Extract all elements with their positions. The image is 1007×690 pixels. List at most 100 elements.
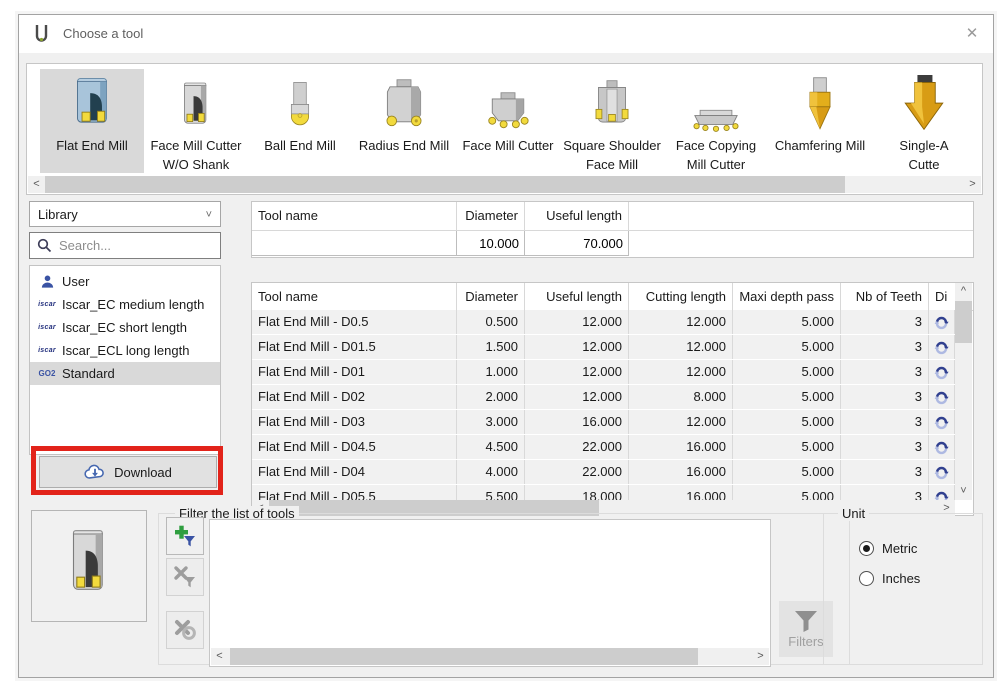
tool-type-single-angle-cutter[interactable]: Single-A Cutte: [872, 69, 976, 173]
rotation-direction-icon: [929, 485, 955, 500]
rotation-direction-icon: [929, 310, 955, 334]
tool-type-face-mill-cutter-wo-shank[interactable]: Face Mill Cutter W/O Shank: [144, 69, 248, 173]
library-dropdown-value: Library: [38, 207, 78, 222]
unit-group: Unit: [823, 513, 983, 665]
scroll-right-icon[interactable]: >: [752, 648, 769, 665]
filter-useful-length-input[interactable]: [525, 231, 628, 255]
scroll-down-icon[interactable]: ˅: [955, 483, 972, 500]
scroll-right-icon[interactable]: >: [964, 176, 981, 193]
face-mill-cutter-wo-shank-icon: [173, 71, 219, 135]
table-row[interactable]: Flat End Mill - D04 4.000 22.000 16.000 …: [252, 460, 955, 485]
tool-type-radius-end-mill[interactable]: Radius End Mill: [352, 69, 456, 173]
col-useful-length[interactable]: Useful length: [525, 283, 629, 310]
edit-filter-button[interactable]: [166, 611, 204, 649]
table-row[interactable]: Flat End Mill - D03 3.000 16.000 12.000 …: [252, 410, 955, 435]
rotation-direction-icon: [929, 460, 955, 484]
selected-tool-preview: [31, 510, 147, 622]
rotation-direction-icon: [929, 335, 955, 359]
filter-col-useful-length[interactable]: Useful length: [525, 202, 629, 230]
filter-list-scrollbar[interactable]: < >: [211, 648, 769, 665]
tool-type-items: Flat End Mill Face Mil: [40, 69, 980, 173]
filter-col-tool-name[interactable]: Tool name: [252, 202, 457, 230]
scroll-left-icon[interactable]: <: [211, 648, 228, 665]
face-copying-mill-cutter-icon: [687, 71, 745, 135]
col-direction[interactable]: Di: [929, 283, 955, 310]
table-row[interactable]: Flat End Mill - D02 2.000 12.000 8.000 5…: [252, 385, 955, 410]
scrollbar-thumb[interactable]: [230, 648, 698, 665]
tool-type-face-mill-cutter[interactable]: Face Mill Cutter: [456, 69, 560, 173]
tool-filter-table: Tool name Diameter Useful length: [251, 201, 974, 258]
iscar-logo-icon: iscar: [38, 324, 56, 331]
scrollbar-thumb[interactable]: [45, 176, 845, 193]
unit-option-metric[interactable]: Metric: [859, 541, 917, 556]
unit-group-label: Unit: [838, 506, 869, 521]
tool-list-table: Tool name Diameter Useful length Cutting…: [251, 282, 974, 516]
remove-filter-button[interactable]: [166, 558, 204, 596]
dialog-title: Choose a tool: [63, 26, 143, 41]
tool-table-header: Tool name Diameter Useful length Cutting…: [252, 283, 973, 311]
tool-strip-scrollbar[interactable]: < >: [28, 176, 981, 193]
go2-logo-icon: GO2: [38, 369, 56, 378]
library-item-standard[interactable]: GO2 Standard: [30, 362, 220, 385]
col-nb-of-teeth[interactable]: Nb of Teeth: [841, 283, 929, 310]
unit-option-inches[interactable]: Inches: [859, 571, 920, 586]
table-row[interactable]: Flat End Mill - D04.5 4.500 22.000 16.00…: [252, 435, 955, 460]
add-filter-button[interactable]: [166, 517, 204, 555]
search-box[interactable]: [29, 232, 221, 259]
col-cutting-length[interactable]: Cutting length: [629, 283, 733, 310]
table-row[interactable]: Flat End Mill - D01.5 1.500 12.000 12.00…: [252, 335, 955, 360]
tool-type-label: Flat End Mill: [56, 138, 128, 154]
tool-table-body: Flat End Mill - D0.5 0.500 12.000 12.000…: [252, 310, 955, 500]
tool-type-chamfering-mill[interactable]: Chamfering Mill: [768, 69, 872, 173]
rotation-direction-icon: [929, 360, 955, 384]
add-filter-icon: [173, 523, 197, 550]
library-dropdown[interactable]: Library ˅: [29, 201, 221, 227]
ball-end-mill-icon: [278, 71, 322, 135]
filter-tool-name-input[interactable]: [252, 231, 456, 255]
library-item-iscar-ecl-long[interactable]: iscar Iscar_ECL long length: [30, 339, 220, 362]
download-button[interactable]: Download: [39, 456, 217, 488]
choose-a-tool-dialog: Choose a tool ✕: [18, 14, 994, 678]
table-row[interactable]: Flat End Mill - D0.5 0.500 12.000 12.000…: [252, 310, 955, 335]
title-bar: Choose a tool ✕: [19, 15, 993, 53]
table-row[interactable]: Flat End Mill - D05.5 5.500 18.000 16.00…: [252, 485, 955, 500]
download-label: Download: [114, 465, 172, 480]
scrollbar-thumb[interactable]: [955, 301, 972, 343]
col-maxi-depth-pass[interactable]: Maxi depth pass: [733, 283, 841, 310]
tool-type-ball-end-mill[interactable]: Ball End Mill: [248, 69, 352, 173]
selected-tool-preview-icon: [58, 526, 120, 607]
rotation-direction-icon: [929, 435, 955, 459]
col-diameter[interactable]: Diameter: [457, 283, 525, 310]
filter-diameter-input[interactable]: [457, 231, 524, 255]
face-mill-cutter-icon: [480, 71, 536, 135]
library-item-user[interactable]: User: [30, 270, 220, 293]
tool-type-face-copying-mill-cutter[interactable]: Face Copying Mill Cutter: [664, 69, 768, 173]
filter-col-diameter[interactable]: Diameter: [457, 202, 525, 230]
rotation-direction-icon: [929, 385, 955, 409]
remove-filter-icon: [173, 564, 197, 591]
library-item-iscar-ec-short[interactable]: iscar Iscar_EC short length: [30, 316, 220, 339]
tool-type-flat-end-mill[interactable]: Flat End Mill: [40, 69, 144, 173]
search-input[interactable]: [57, 237, 220, 254]
iscar-logo-icon: iscar: [38, 347, 56, 354]
chevron-down-icon: ˅: [206, 202, 212, 228]
tool-type-square-shoulder-face-mill[interactable]: Square Shoulder Face Mill: [560, 69, 664, 173]
table-vertical-scrollbar[interactable]: ^ ˅: [955, 283, 972, 500]
single-angle-cutter-icon: [901, 71, 947, 135]
radio-selected-icon[interactable]: [859, 541, 874, 556]
square-shoulder-face-mill-icon: [585, 71, 639, 135]
search-icon: [37, 238, 52, 253]
table-row[interactable]: Flat End Mill - D01 1.000 12.000 12.000 …: [252, 360, 955, 385]
scroll-left-icon[interactable]: <: [28, 176, 45, 193]
filter-list[interactable]: < >: [209, 519, 771, 667]
library-item-iscar-ec-medium[interactable]: iscar Iscar_EC medium length: [30, 293, 220, 316]
filters-button-label: Filters: [788, 634, 823, 649]
iscar-logo-icon: iscar: [38, 301, 56, 308]
close-icon[interactable]: ✕: [959, 22, 985, 46]
screenshot-root: Choose a tool ✕: [0, 0, 1007, 690]
radio-unselected-icon[interactable]: [859, 571, 874, 586]
scroll-up-icon[interactable]: ^: [955, 283, 972, 300]
app-tool-icon: [34, 24, 49, 47]
col-tool-name[interactable]: Tool name: [252, 283, 457, 310]
funnel-icon: [793, 610, 819, 632]
